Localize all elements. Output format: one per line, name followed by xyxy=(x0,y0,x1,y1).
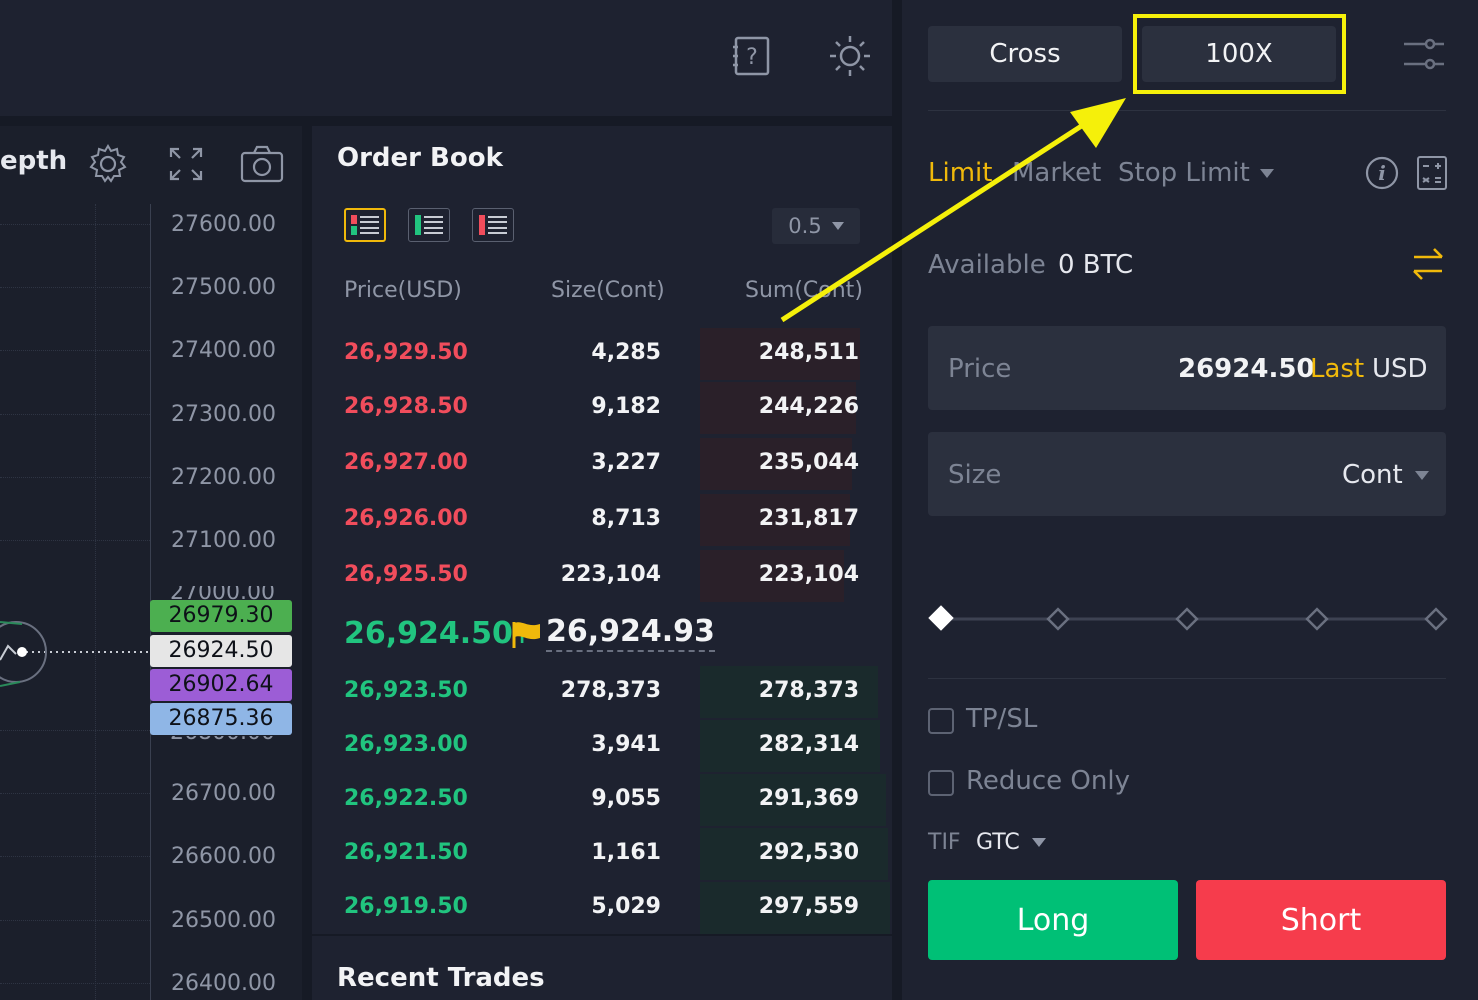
last-price-tag[interactable]: Last xyxy=(1310,354,1364,384)
reduce-only-label: Reduce Only xyxy=(966,766,1130,796)
book-mode-asks-icon[interactable] xyxy=(472,208,514,242)
slider-step[interactable] xyxy=(1424,607,1448,631)
price-tag-low: 26875.36 xyxy=(150,703,292,735)
bid-row[interactable]: 26,919.50 5,029 297,559 xyxy=(312,882,892,934)
order-book-title: Order Book xyxy=(337,143,503,173)
slider-handle[interactable] xyxy=(928,605,954,631)
fullscreen-icon[interactable] xyxy=(164,142,208,186)
price-tag-last: 26924.50 xyxy=(150,635,292,667)
price-tag-index: 26902.64 xyxy=(150,669,292,701)
size-slider[interactable] xyxy=(924,602,1452,636)
help-document-icon[interactable]: ? xyxy=(730,34,774,78)
long-button[interactable]: Long xyxy=(928,880,1178,960)
price-unit: USD xyxy=(1372,354,1428,384)
short-button[interactable]: Short xyxy=(1196,880,1446,960)
svg-text:?: ? xyxy=(746,45,758,70)
ask-row[interactable]: 26,929.50 4,285 248,511 xyxy=(312,328,892,380)
axis-label: 27500.00 xyxy=(171,275,276,300)
tab-stop-limit[interactable]: Stop Limit xyxy=(1118,158,1274,188)
settings-gear-icon[interactable] xyxy=(86,142,130,186)
axis-label: 26700.00 xyxy=(171,781,276,806)
bid-row[interactable]: 26,921.50 1,161 292,530 xyxy=(312,828,892,880)
flag-icon xyxy=(512,622,540,648)
price-value: 26924.50 xyxy=(1178,354,1315,384)
column-header-price: Price(USD) xyxy=(344,278,462,303)
transfer-arrows-icon[interactable] xyxy=(1410,246,1446,286)
axis-label: 27600.00 xyxy=(171,212,276,237)
price-line-marker xyxy=(0,621,150,687)
caret-down-icon xyxy=(1414,470,1429,480)
mark-price[interactable]: 26,924.93 xyxy=(546,614,715,652)
caret-down-icon xyxy=(1031,838,1046,847)
sun-theme-icon[interactable] xyxy=(828,34,872,78)
book-mode-both-icon[interactable] xyxy=(344,208,386,242)
axis-label: 27200.00 xyxy=(171,465,276,490)
axis-label-hidden: 26800.00 xyxy=(170,736,280,750)
svg-text:i: i xyxy=(1378,161,1386,185)
size-unit-select[interactable]: Cont xyxy=(1342,460,1429,490)
slider-step[interactable] xyxy=(1046,607,1070,631)
slider-step[interactable] xyxy=(1305,607,1329,631)
margin-mode-button[interactable]: Cross xyxy=(928,26,1122,82)
size-input[interactable]: Size Cont xyxy=(928,432,1446,516)
recent-trades-title: Recent Trades xyxy=(337,963,545,993)
bid-row[interactable]: 26,922.50 9,055 291,369 xyxy=(312,774,892,826)
book-mode-bids-icon[interactable] xyxy=(408,208,450,242)
bid-row[interactable]: 26,923.00 3,941 282,314 xyxy=(312,720,892,772)
chart-toolbar: epth xyxy=(0,126,302,204)
axis-label: 26500.00 xyxy=(171,908,276,933)
depth-tab[interactable]: epth xyxy=(0,146,67,176)
price-tag-high: 26979.30 xyxy=(150,600,292,632)
calculator-icon[interactable] xyxy=(1417,156,1447,194)
info-icon[interactable]: i xyxy=(1365,156,1399,194)
caret-down-icon xyxy=(1259,168,1274,178)
annotation-highlight-box xyxy=(1133,14,1346,94)
tpsl-label: TP/SL xyxy=(966,704,1038,734)
tif-label: TIF xyxy=(928,830,961,855)
axis-label: 27300.00 xyxy=(171,402,276,427)
price-input[interactable]: Price 26924.50 Last USD xyxy=(928,326,1446,410)
divider xyxy=(928,678,1446,679)
bid-row[interactable]: 26,923.50 278,373 278,373 xyxy=(312,666,892,718)
reduce-only-checkbox[interactable] xyxy=(928,770,954,796)
axis-label: 26600.00 xyxy=(171,844,276,869)
axis-label: 27400.00 xyxy=(171,338,276,363)
tpsl-checkbox[interactable] xyxy=(928,708,954,734)
axis-label: 27100.00 xyxy=(171,528,276,553)
ask-row[interactable]: 26,928.50 9,182 244,226 xyxy=(312,382,892,434)
axis-label: 26400.00 xyxy=(171,971,276,996)
tif-select[interactable]: GTC xyxy=(976,830,1046,855)
column-header-size: Size(Cont) xyxy=(551,278,665,303)
ask-row[interactable]: 26,926.00 8,713 231,817 xyxy=(312,494,892,546)
ask-row[interactable]: 26,925.50 223,104 223,104 xyxy=(312,550,892,602)
last-price: 26,924.50↑ xyxy=(344,616,531,651)
sliders-settings-icon[interactable] xyxy=(1402,36,1446,76)
annotation-arrow xyxy=(780,98,1126,323)
ask-row[interactable]: 26,927.00 3,227 235,044 xyxy=(312,438,892,490)
slider-step[interactable] xyxy=(1175,607,1199,631)
camera-icon[interactable] xyxy=(240,142,284,186)
chart-grid xyxy=(0,204,150,1000)
